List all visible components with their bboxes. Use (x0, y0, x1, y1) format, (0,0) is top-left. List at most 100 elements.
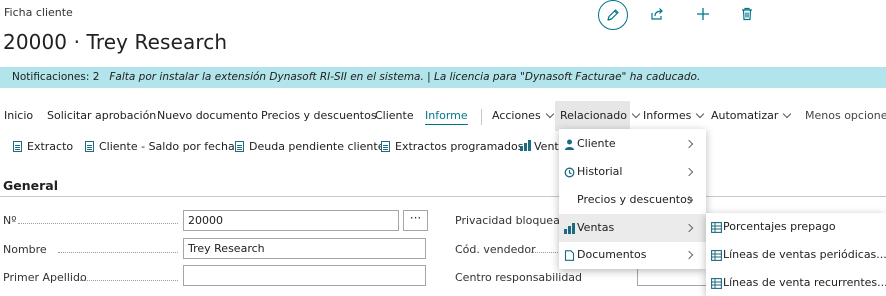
edit-button[interactable] (598, 0, 628, 30)
sales-submenu: Porcentajes prepago Líneas de ventas per… (706, 213, 886, 296)
page-caption: Ficha cliente (4, 6, 73, 19)
share-icon (651, 8, 663, 20)
field-label-centro: Centro responsabilidad (455, 271, 583, 284)
dotted-leader (18, 223, 178, 224)
chevron-down-icon (545, 109, 554, 119)
person-icon (565, 139, 574, 150)
chevron-right-icon (684, 223, 694, 233)
menu-label: Automatizar (711, 109, 779, 122)
menu-item-label: Ventas (577, 221, 615, 234)
field-label-nombre: Nombre (3, 243, 47, 256)
field-label-vendedor: Cód. vendedor (455, 243, 536, 256)
menu-label: Acciones (492, 109, 541, 122)
no-field[interactable]: 20000 (183, 210, 399, 231)
tab-label: Precios y descuentos (261, 109, 377, 122)
menu-relacionado[interactable]: Relacionado (555, 101, 641, 131)
name-field[interactable]: Trey Research (183, 238, 426, 259)
surname-field[interactable] (183, 265, 426, 286)
new-button[interactable] (692, 3, 714, 25)
plus-icon (697, 8, 709, 20)
submenu-item-label: Líneas de ventas periódicas... (723, 248, 886, 261)
tab-informe[interactable]: Informe (425, 101, 468, 131)
page-title: 20000 · Trey Research (3, 30, 228, 54)
notification-count[interactable]: Notificaciones: 2 (12, 71, 99, 83)
grid-icon (711, 250, 722, 261)
pencil-icon (607, 9, 619, 21)
report-icon (381, 141, 390, 152)
action-cliente-saldo[interactable]: Cliente - Saldo por fechas (85, 133, 240, 161)
related-menu: Cliente Historial Precios y descuentos V… (559, 129, 706, 269)
menu-informes[interactable]: Informes (643, 101, 705, 131)
promoted-actions: Extracto Cliente - Saldo por fechas Deud… (0, 133, 886, 161)
menu-item-label: Precios y descuentos (577, 193, 693, 206)
tab-nuevo-documento[interactable]: Nuevo documento (157, 101, 258, 131)
action-extracto[interactable]: Extracto (13, 133, 73, 161)
history-icon (564, 167, 575, 178)
menu-label: Menos opciones (805, 109, 886, 122)
menu-automatizar[interactable]: Automatizar (711, 101, 792, 131)
menu-item-label: Documentos (577, 248, 647, 261)
separator (481, 109, 482, 125)
menu-item-cliente[interactable]: Cliente (559, 130, 706, 158)
section-divider (0, 196, 886, 197)
dotted-leader (58, 252, 178, 253)
chevron-down-icon (631, 109, 641, 119)
field-label-no: Nº (3, 214, 17, 227)
field-label-primer-apellido: Primer Apellido (3, 271, 87, 284)
tab-label: Informe (425, 109, 468, 122)
assist-edit-button[interactable]: ··· (403, 210, 428, 231)
delete-button[interactable] (736, 3, 758, 25)
sales-chart-icon (564, 223, 575, 234)
tab-inicio[interactable]: Inicio (4, 101, 33, 131)
trash-icon (742, 7, 752, 21)
action-bar: Inicio Solicitar aprobación Nuevo docume… (0, 101, 886, 131)
chevron-right-icon (684, 167, 694, 177)
grid-icon (711, 278, 722, 289)
menu-label: Informes (643, 109, 692, 122)
tab-label: Inicio (4, 109, 34, 122)
action-deuda-pendiente[interactable]: Deuda pendiente cliente (235, 133, 385, 161)
menu-item-label: Historial (577, 165, 623, 178)
less-options-button[interactable]: Menos opciones (805, 101, 886, 131)
chevron-down-icon (783, 109, 792, 119)
action-extractos-programados[interactable]: Extractos programados (381, 133, 524, 161)
chevron-right-icon (684, 250, 694, 260)
tab-precios-descuentos[interactable]: Precios y descuentos (261, 101, 377, 131)
sales-chart-icon (520, 140, 531, 151)
tab-label: Nuevo documento (157, 109, 258, 122)
chevron-down-icon (696, 109, 705, 119)
submenu-item-lineas-periodicas[interactable]: Líneas de ventas periódicas... (706, 241, 886, 269)
submenu-item-label: Porcentajes prepago (723, 220, 836, 233)
submenu-item-porcentajes-prepago[interactable]: Porcentajes prepago (706, 213, 886, 241)
report-icon (235, 141, 244, 152)
action-label: Extracto (27, 140, 74, 153)
menu-item-historial[interactable]: Historial (559, 158, 706, 186)
submenu-item-lineas-recurrentes[interactable]: Líneas de venta recurrentes... (706, 269, 886, 296)
action-label: Extractos programados (395, 140, 524, 153)
tab-label: Cliente (375, 109, 414, 122)
notification-bar: Notificaciones: 2 Falta por instalar la e… (0, 67, 886, 88)
action-label: Cliente - Saldo por fechas (99, 140, 241, 153)
active-underline (425, 124, 468, 125)
menu-item-ventas[interactable]: Ventas (559, 214, 706, 242)
section-title: General (3, 178, 58, 193)
menu-label: Relacionado (560, 109, 627, 122)
menu-acciones[interactable]: Acciones (492, 101, 554, 131)
action-label: Deuda pendiente cliente (249, 140, 385, 153)
submenu-item-label: Líneas de venta recurrentes... (723, 276, 886, 289)
grid-icon (711, 222, 722, 233)
field-label-privacidad: Privacidad bloqueada (455, 214, 574, 227)
tab-cliente[interactable]: Cliente (375, 101, 414, 131)
menu-item-precios-descuentos[interactable]: Precios y descuentos (559, 186, 706, 214)
menu-item-documentos[interactable]: Documentos (559, 241, 706, 269)
notification-message: Falta por instalar la extensión Dynasoft… (109, 71, 701, 83)
menu-item-label: Cliente (577, 137, 616, 150)
tab-label: Solicitar aprobación (47, 109, 157, 122)
document-icon (564, 250, 575, 261)
report-icon (85, 141, 94, 152)
dotted-leader (80, 280, 178, 281)
report-icon (13, 141, 22, 152)
share-button[interactable] (646, 3, 668, 25)
tab-solicitar-aprobacion[interactable]: Solicitar aprobación (47, 101, 156, 131)
chevron-right-icon (684, 139, 694, 149)
